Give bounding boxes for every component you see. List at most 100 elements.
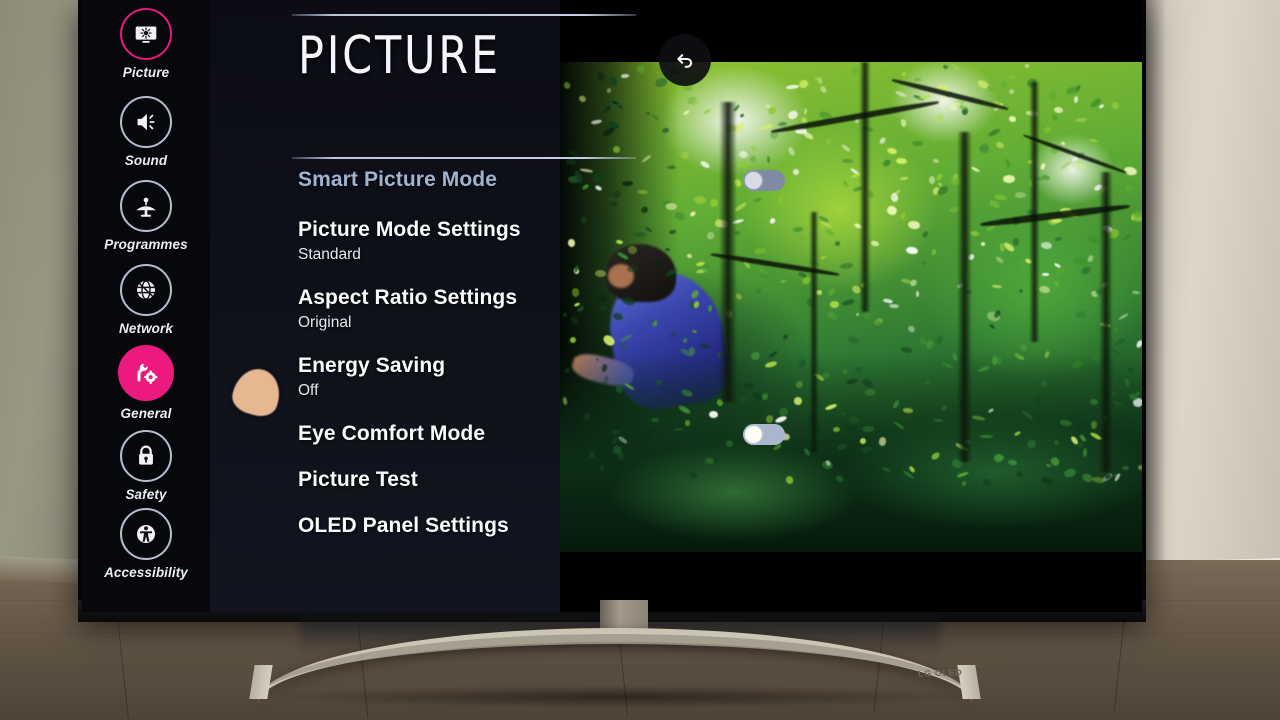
foliage-speck bbox=[1111, 101, 1120, 110]
divider-mid bbox=[292, 157, 636, 159]
foliage-speck bbox=[896, 158, 907, 165]
settings-list: Smart Picture Mode Picture Mode Settings S… bbox=[298, 168, 734, 560]
foliage-speck bbox=[752, 197, 762, 203]
foliage-speck bbox=[750, 156, 757, 163]
foliage-speck bbox=[908, 220, 921, 230]
menu-row[interactable]: Energy Saving Off bbox=[298, 354, 734, 400]
sidebar-item-sound[interactable]: Sound bbox=[82, 96, 210, 182]
foliage-speck bbox=[827, 139, 832, 145]
foliage-speck bbox=[1136, 339, 1142, 348]
foliage-speck bbox=[680, 151, 690, 161]
foliage-speck bbox=[1074, 257, 1087, 266]
tv-screen: Picture Sound Programmes Network General… bbox=[82, 0, 1142, 612]
foliage-speck bbox=[980, 435, 993, 438]
menu-row[interactable]: Eye Comfort Mode bbox=[298, 422, 734, 446]
foliage-speck bbox=[1060, 142, 1065, 147]
foliage-speck bbox=[929, 176, 936, 185]
foliage-speck bbox=[778, 194, 783, 203]
foliage-speck bbox=[1099, 104, 1104, 109]
foliage-speck bbox=[1019, 289, 1024, 294]
foliage-speck bbox=[1139, 138, 1142, 146]
satellite-dish-icon bbox=[120, 180, 172, 232]
foliage-speck bbox=[760, 123, 772, 130]
foliage-speck bbox=[1054, 107, 1063, 114]
menu-row[interactable]: OLED Panel Settings bbox=[298, 514, 734, 538]
foliage-speck bbox=[1113, 327, 1117, 332]
foliage-speck bbox=[767, 155, 770, 163]
foliage-speck bbox=[754, 287, 762, 296]
foliage-speck bbox=[1040, 242, 1052, 250]
foliage-speck bbox=[829, 301, 839, 308]
back-button[interactable] bbox=[659, 34, 711, 86]
floor-plank-line bbox=[0, 708, 1280, 709]
foliage-speck bbox=[1008, 76, 1016, 80]
foliage-speck bbox=[1065, 85, 1079, 95]
foliage-speck bbox=[994, 194, 1007, 201]
sidebar-item-accessibility[interactable]: Accessibility bbox=[82, 508, 210, 594]
foliage-speck bbox=[882, 158, 892, 168]
menu-row[interactable]: Picture Mode Settings Standard bbox=[298, 218, 734, 264]
menu-row-title: Eye Comfort Mode bbox=[298, 422, 734, 446]
foliage-speck bbox=[886, 146, 898, 155]
foliage-speck bbox=[1075, 162, 1087, 170]
foliage-speck bbox=[992, 284, 1002, 288]
tree-trunk bbox=[1030, 82, 1039, 342]
foliage-speck bbox=[970, 231, 979, 236]
menu-row-value: Off bbox=[298, 382, 734, 400]
foliage-speck bbox=[916, 291, 919, 297]
foliage-speck bbox=[931, 248, 936, 254]
foliage-speck bbox=[779, 279, 785, 283]
foliage-speck bbox=[1132, 291, 1140, 296]
foliage-speck bbox=[1122, 234, 1131, 241]
menu-row[interactable]: Aspect Ratio Settings Original bbox=[298, 286, 734, 332]
foliage-speck bbox=[754, 248, 767, 255]
sidebar-item-label: General bbox=[121, 406, 172, 421]
foliage-speck bbox=[925, 381, 930, 385]
foliage-speck bbox=[799, 234, 806, 242]
wrench-gear-icon bbox=[118, 345, 174, 401]
settings-sidebar[interactable]: Picture Sound Programmes Network General… bbox=[82, 0, 210, 612]
foliage-speck bbox=[851, 66, 860, 76]
foliage-speck bbox=[738, 150, 748, 158]
speaker-icon bbox=[120, 96, 172, 148]
foliage-speck bbox=[901, 71, 906, 76]
toggle-knob bbox=[745, 172, 762, 189]
toggle-switch[interactable] bbox=[743, 424, 785, 445]
foliage-speck bbox=[1076, 117, 1087, 121]
foliage-speck bbox=[922, 231, 930, 239]
sidebar-item-picture[interactable]: Picture bbox=[82, 8, 210, 94]
sidebar-item-label: Safety bbox=[125, 487, 166, 502]
foliage-speck bbox=[1000, 80, 1009, 89]
foliage-speck bbox=[1087, 255, 1094, 264]
foliage-speck bbox=[884, 253, 891, 261]
foliage-speck bbox=[1110, 278, 1124, 292]
menu-row-title: OLED Panel Settings bbox=[298, 514, 734, 538]
foliage-speck bbox=[842, 159, 853, 163]
foliage-speck bbox=[895, 90, 907, 98]
foliage-speck bbox=[936, 335, 944, 345]
foliage-speck bbox=[921, 260, 927, 266]
foliage-speck bbox=[842, 298, 856, 307]
foliage-speck bbox=[1074, 96, 1079, 104]
tv-brightness-icon bbox=[120, 8, 172, 60]
sidebar-item-network[interactable]: Network bbox=[82, 264, 210, 350]
foliage-speck bbox=[798, 79, 810, 90]
sidebar-item-general[interactable]: General bbox=[82, 345, 210, 431]
sidebar-item-safety[interactable]: Safety bbox=[82, 430, 210, 516]
sidebar-item-programmes[interactable]: Programmes bbox=[82, 180, 210, 266]
foliage-speck bbox=[900, 176, 909, 180]
menu-row[interactable]: Picture Test bbox=[298, 468, 734, 492]
menu-row[interactable]: Smart Picture Mode bbox=[298, 168, 734, 192]
foliage-speck bbox=[1076, 310, 1087, 318]
sidebar-item-label: Accessibility bbox=[104, 565, 188, 580]
foliage-speck bbox=[995, 255, 1005, 264]
foliage-speck bbox=[871, 240, 880, 246]
foliage-speck bbox=[819, 85, 827, 94]
toggle-switch[interactable] bbox=[743, 170, 785, 191]
foliage-speck bbox=[1087, 235, 1101, 245]
tree-trunk bbox=[810, 212, 818, 452]
foliage-speck bbox=[1043, 126, 1051, 134]
foliage-speck bbox=[846, 335, 860, 345]
toggle-knob bbox=[745, 426, 762, 443]
accessibility-icon bbox=[120, 508, 172, 560]
